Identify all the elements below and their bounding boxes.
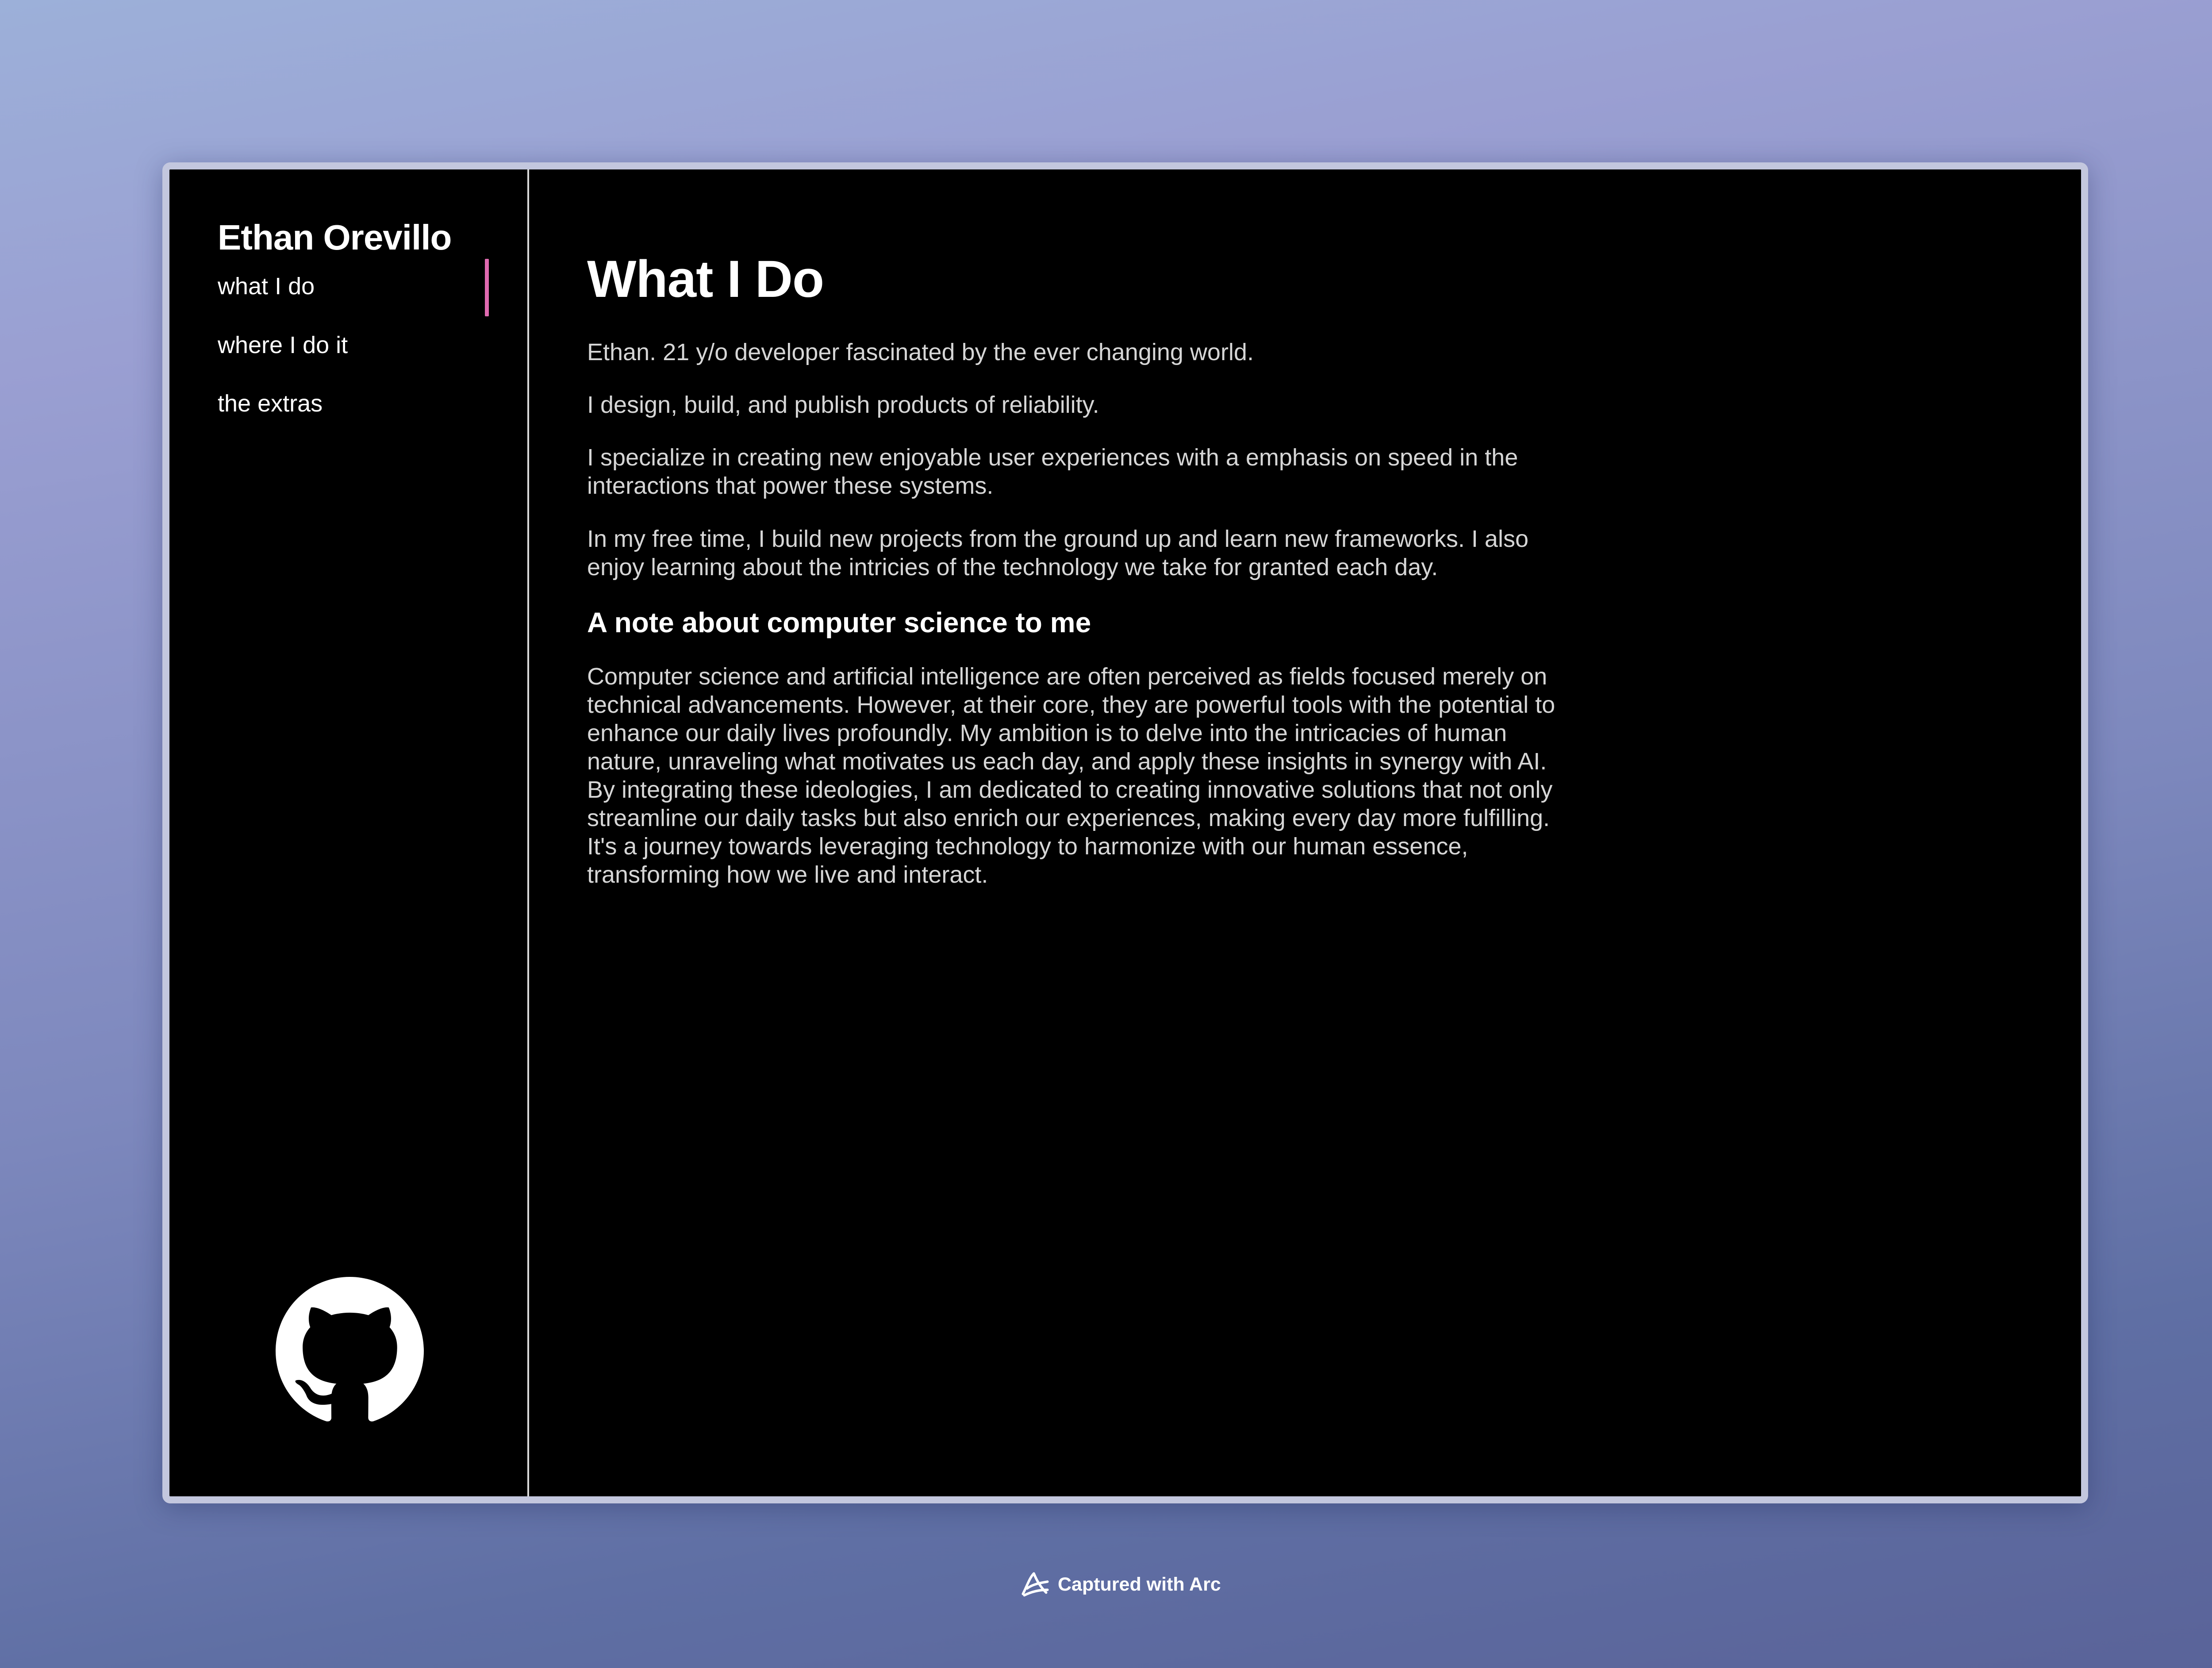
nav-item-where-i-do-it[interactable]: where I do it	[218, 331, 348, 359]
arc-caption-text: Captured with Arc	[1058, 1573, 1221, 1595]
arc-logo-icon	[1022, 1572, 1049, 1597]
active-nav-indicator	[485, 259, 489, 316]
browser-window: Ethan Orevillo what I do where I do it t…	[162, 162, 2088, 1503]
github-link[interactable]	[276, 1277, 424, 1425]
cs-note-paragraph: Computer science and artificial intellig…	[587, 663, 1555, 888]
free-time-paragraph: In my free time, I build new projects fr…	[587, 526, 1528, 580]
page-title: What I Do	[587, 250, 824, 308]
site-name: Ethan Orevillo	[218, 218, 452, 257]
design-paragraph: I design, build, and publish products of…	[587, 392, 1099, 418]
nav-item-what-i-do[interactable]: what I do	[218, 273, 315, 300]
intro-paragraph: Ethan. 21 y/o developer fascinated by th…	[587, 339, 1254, 365]
section-heading: A note about computer science to me	[587, 607, 1091, 638]
specialty-paragraph: I specialize in creating new enjoyable u…	[587, 444, 1518, 499]
arc-capture-caption: Captured with Arc	[1019, 1569, 1221, 1600]
github-icon	[276, 1277, 424, 1422]
nav-item-the-extras[interactable]: the extras	[218, 390, 323, 417]
sidebar: Ethan Orevillo what I do where I do it t…	[169, 169, 529, 1496]
